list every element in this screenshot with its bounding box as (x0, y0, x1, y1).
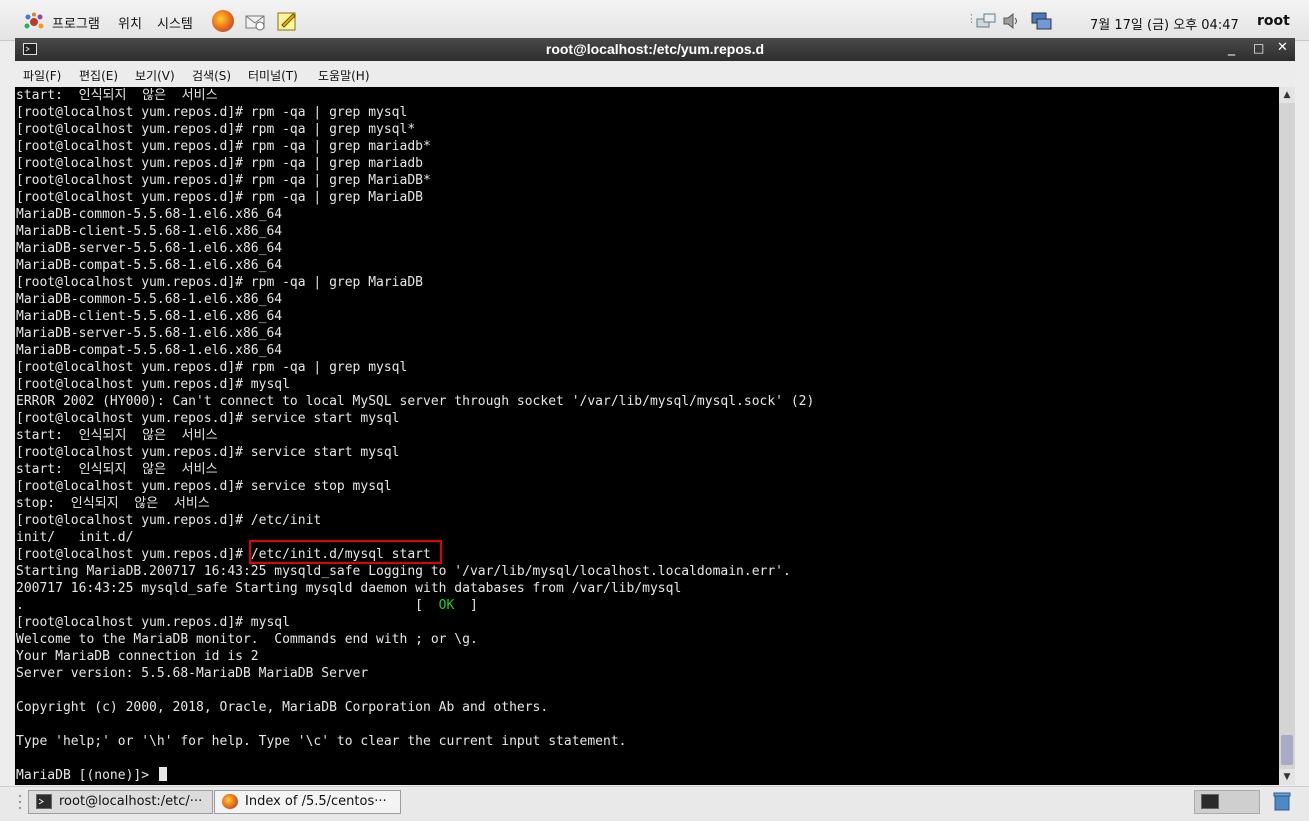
terminal-line: MariaDB-common-5.5.68-1.el6.x86_64 (16, 207, 283, 222)
menu-search[interactable]: 검색(S) (192, 67, 231, 84)
menu-file[interactable]: 파일(F) (23, 67, 61, 84)
trash-icon[interactable] (1272, 791, 1292, 811)
menu-terminal[interactable]: 터미널(T) (248, 67, 298, 84)
terminal-line: [root@localhost yum.repos.d]# mysql (16, 615, 290, 630)
terminal-line: [root@localhost yum.repos.d]# service st… (16, 479, 392, 494)
terminal-line: MariaDB-client-5.5.68-1.el6.x86_64 (16, 224, 283, 239)
menu-view[interactable]: 보기(V) (135, 67, 175, 84)
scrollbar-thumb[interactable] (1281, 735, 1293, 765)
terminal-line: [root@localhost yum.repos.d]# rpm -qa | … (16, 360, 408, 375)
terminal-line: [root@localhost yum.repos.d]# rpm -qa | … (16, 139, 431, 154)
clock[interactable]: 7월 17일 (금) 오후 04:47 (1090, 14, 1239, 33)
taskbar-terminal-label: root@localhost:/etc/··· (59, 794, 203, 809)
display-tray-icon[interactable] (1030, 11, 1052, 31)
workspace-terminal-icon (1201, 794, 1219, 809)
terminal-line: MariaDB-compat-5.5.68-1.el6.x86_64 (16, 343, 283, 358)
firefox-icon (222, 794, 238, 809)
bottom-taskbar: root@localhost:/etc/··· Index of /5.5/ce… (0, 786, 1309, 821)
taskbar-firefox-label: Index of /5.5/centos··· (245, 794, 387, 809)
workspace-switcher[interactable] (1194, 790, 1260, 814)
menu-edit[interactable]: 편집(E) (79, 67, 118, 84)
menubar: 파일(F) 편집(E) 보기(V) 검색(S) 터미널(T) 도움말(H) (15, 61, 1295, 87)
top-panel: 프로그램 위치 시스템 ⋮ 7월 17일 (금) 오후 04:47 root (0, 0, 1309, 41)
taskbar-terminal[interactable]: root@localhost:/etc/··· (28, 790, 213, 814)
window-title: root@localhost:/etc/yum.repos.d (545, 41, 765, 57)
ok-status: OK (438, 598, 455, 613)
text-editor-launcher-icon[interactable] (276, 10, 298, 32)
terminal-line: [root@localhost yum.repos.d]# /etc/init (16, 513, 322, 528)
terminal-scrollbar[interactable]: ▲ ▼ (1279, 87, 1295, 785)
maximize-button[interactable]: □ (1253, 41, 1264, 55)
terminal-line: [root@localhost yum.repos.d]# rpm -qa | … (16, 156, 423, 171)
close-button[interactable]: ✕ (1277, 40, 1288, 55)
terminal-line: [root@localhost yum.repos.d]# mysql (16, 377, 290, 392)
terminal-line: [root@localhost yum.repos.d]# rpm -qa | … (16, 105, 408, 120)
terminal-line: [root@localhost yum.repos.d]# rpm -qa | … (16, 122, 416, 137)
gnome-foot-icon[interactable] (24, 12, 44, 32)
terminal-line: [root@localhost yum.repos.d]# service st… (16, 411, 400, 426)
terminal-line: start: 인식되지 않은 서비스 (16, 88, 218, 103)
terminal-line: Your MariaDB connection id is 2 (16, 649, 259, 664)
window-titlebar[interactable]: root@localhost:/etc/yum.repos.d _ □ ✕ (15, 38, 1295, 61)
mariadb-prompt: MariaDB [(none)]> (16, 768, 157, 783)
terminal-line: stop: 인식되지 않은 서비스 (16, 496, 210, 511)
terminal-line: Server version: 5.5.68-MariaDB MariaDB S… (16, 666, 369, 681)
scroll-down-arrow-icon[interactable]: ▼ (1279, 769, 1295, 785)
taskbar-firefox[interactable]: Index of /5.5/centos··· (214, 790, 401, 814)
network-tray-icon[interactable] (976, 12, 996, 30)
volume-tray-icon[interactable] (1002, 12, 1020, 30)
mail-launcher-icon[interactable] (244, 10, 266, 32)
user-name[interactable]: root (1257, 13, 1290, 29)
scroll-up-arrow-icon[interactable]: ▲ (1279, 87, 1295, 103)
terminal-line: [root@localhost yum.repos.d]# rpm -qa | … (16, 190, 423, 205)
terminal-line: MariaDB-compat-5.5.68-1.el6.x86_64 (16, 258, 283, 273)
terminal-line: Copyright (c) 2000, 2018, Oracle, MariaD… (16, 700, 549, 715)
terminal-icon (36, 794, 52, 809)
terminal-line: [root@localhost yum.repos.d]# service st… (16, 445, 400, 460)
terminal-line: MariaDB-client-5.5.68-1.el6.x86_64 (16, 309, 283, 324)
ok-prefix: . [ (16, 598, 439, 613)
menu-help[interactable]: 도움말(H) (318, 67, 370, 84)
terminal-line: 200717 16:43:25 mysqld_safe Starting mys… (16, 581, 682, 596)
terminal-window: root@localhost:/etc/yum.repos.d _ □ ✕ 파일… (15, 38, 1295, 785)
terminal-line: Welcome to the MariaDB monitor. Commands… (16, 632, 478, 647)
terminal-line: [root@localhost yum.repos.d]# rpm -qa | … (16, 275, 423, 290)
terminal-ok-line: . [ OK ] (16, 597, 814, 614)
text-cursor (158, 767, 167, 781)
terminal-line: MariaDB-server-5.5.68-1.el6.x86_64 (16, 326, 283, 341)
taskbar-handle-icon (18, 794, 22, 810)
terminal-line: MariaDB-server-5.5.68-1.el6.x86_64 (16, 241, 283, 256)
terminal-line: Type 'help;' or '\h' for help. Type '\c'… (16, 734, 627, 749)
terminal-output[interactable]: start: 인식되지 않은 서비스 [root@localhost yum.r… (15, 87, 1279, 785)
terminal-line: MariaDB-common-5.5.68-1.el6.x86_64 (16, 292, 283, 307)
menu-programs[interactable]: 프로그램 (52, 13, 100, 32)
firefox-launcher-icon[interactable] (212, 10, 234, 32)
terminal-prompt-line[interactable]: MariaDB [(none)]> (16, 767, 814, 784)
terminal-line: [root@localhost yum.repos.d]# rpm -qa | … (16, 173, 431, 188)
terminal-line: ERROR 2002 (HY000): Can't connect to loc… (16, 394, 815, 409)
highlight-box (249, 540, 442, 564)
terminal-line: start: 인식되지 않은 서비스 (16, 462, 218, 477)
menu-places[interactable]: 위치 (118, 13, 142, 32)
terminal-line: Starting MariaDB.200717 16:43:25 mysqld_… (16, 564, 791, 579)
ok-suffix: ] (454, 598, 478, 613)
menu-system[interactable]: 시스템 (157, 13, 193, 32)
terminal-line: start: 인식되지 않은 서비스 (16, 428, 218, 443)
minimize-button[interactable]: _ (1228, 40, 1235, 56)
